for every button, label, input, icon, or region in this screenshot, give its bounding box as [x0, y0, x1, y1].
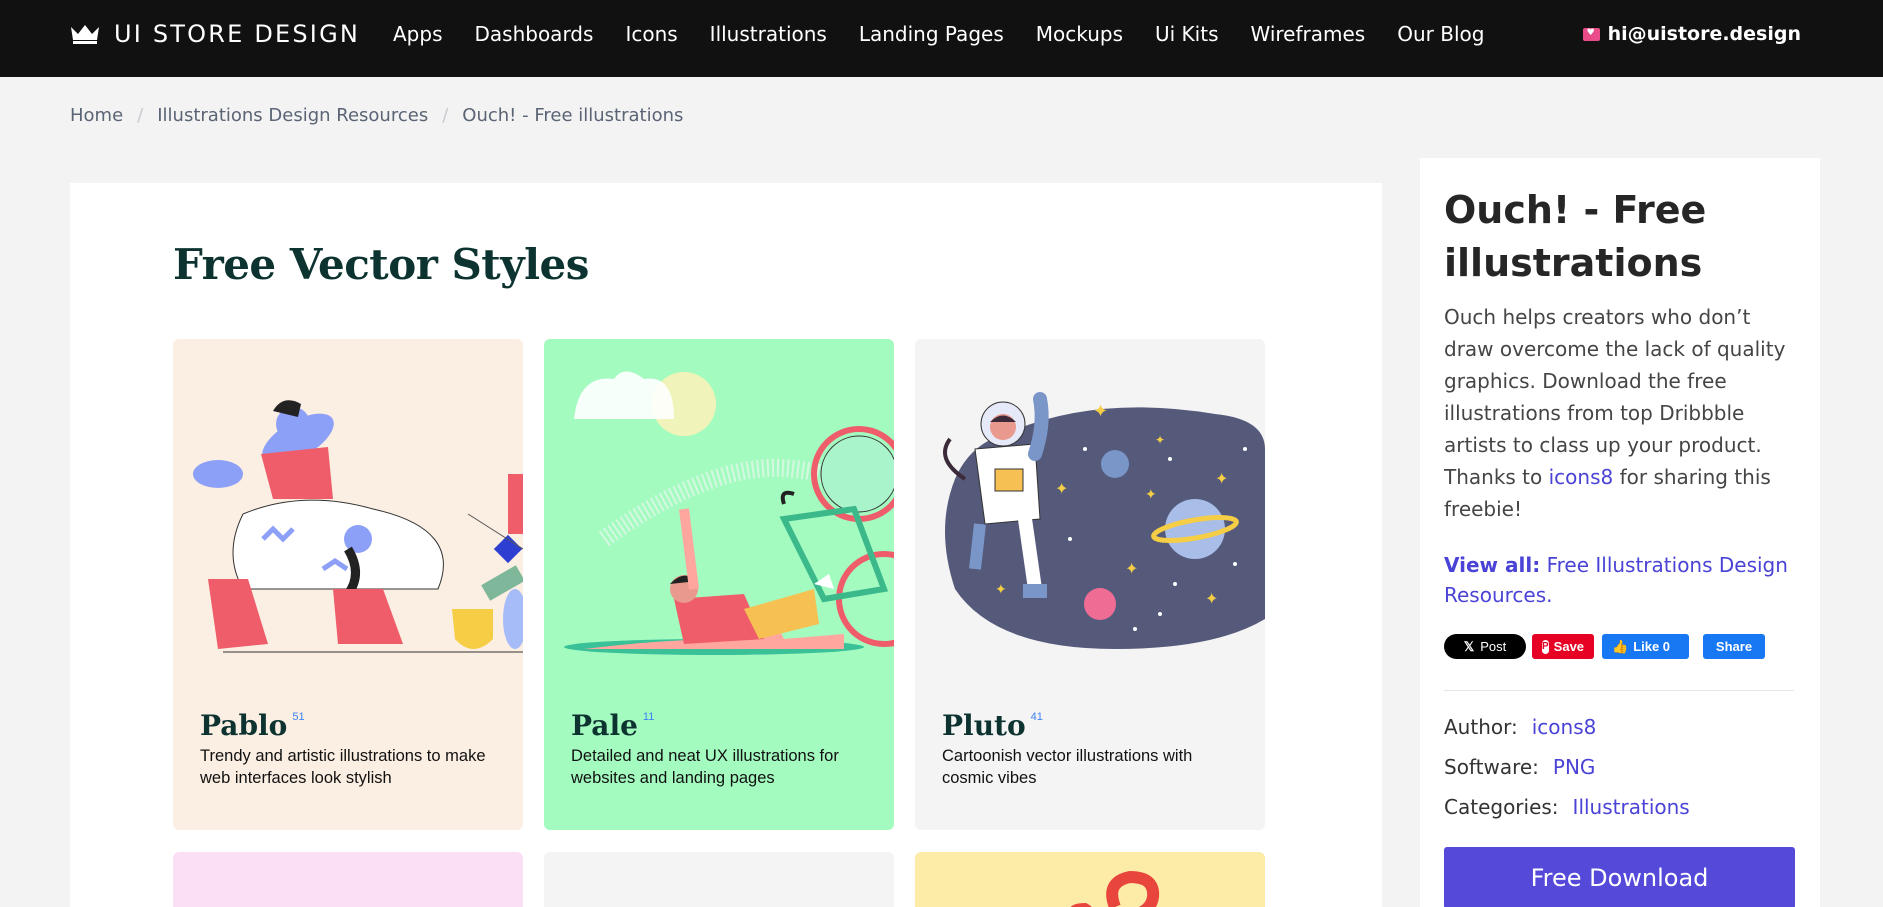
brand-logo[interactable]: UI STORE DESIGN — [70, 20, 360, 48]
svg-text:✦: ✦ — [1055, 481, 1068, 498]
pluto-illustration: ✦ ✦ ✦ ✦ ✦ ✦ ✦ ✦ — [943, 392, 1265, 649]
card-description: Trendy and artistic illustrations to mak… — [200, 747, 486, 787]
style-card-partial[interactable] — [544, 852, 894, 907]
resource-description: Ouch helps creators who don’t draw overc… — [1444, 305, 1786, 521]
main-content: Free Vector Styles Pablo 51 Trendy and ar… — [70, 183, 1382, 907]
facebook-share-button[interactable]: Share — [1703, 634, 1765, 659]
nav-illustrations[interactable]: Illustrations — [710, 22, 827, 46]
style-card-partial[interactable] — [173, 852, 523, 907]
view-all: View all: Free Illustrations Design Reso… — [1444, 550, 1800, 610]
brand-name: UI STORE DESIGN — [114, 20, 361, 48]
thumbs-up-icon: 👍 — [1612, 638, 1629, 654]
svg-text:✦: ✦ — [1125, 561, 1138, 578]
card-count: 51 — [292, 711, 305, 723]
main-nav: Apps Dashboards Icons Illustrations Land… — [393, 22, 1516, 46]
card-description: Detailed and neat UX illustrations for w… — [571, 747, 839, 787]
nav-dashboards[interactable]: Dashboards — [475, 22, 594, 46]
svg-text:✦: ✦ — [1093, 401, 1108, 421]
svg-text:✦: ✦ — [1205, 591, 1218, 608]
breadcrumb-home[interactable]: Home — [70, 105, 123, 126]
section-heading: Free Vector Styles — [173, 240, 589, 289]
card-title: Pablo 51 — [200, 709, 305, 742]
style-card-pluto[interactable]: ✦ ✦ ✦ ✦ ✦ ✦ ✦ ✦ Pluto 41 Cartoonish vecto… — [915, 339, 1265, 830]
top-navbar: UI STORE DESIGN Apps Dashboards Icons Il… — [0, 0, 1883, 77]
nav-landing-pages[interactable]: Landing Pages — [859, 22, 1004, 46]
author-row: Author: icons8 — [1444, 715, 1597, 739]
category-link[interactable]: Illustrations — [1573, 795, 1690, 819]
svg-text:✦: ✦ — [1155, 433, 1165, 447]
pinterest-save-button[interactable]: P Save — [1532, 634, 1594, 659]
breadcrumb: Home / Illustrations Design Resources / … — [70, 105, 683, 126]
x-icon: 𝕏 — [1463, 638, 1475, 654]
breadcrumb-separator: / — [442, 105, 449, 126]
breadcrumb-current: Ouch! - Free illustrations — [462, 105, 684, 126]
social-buttons: 𝕏 Post P Save 👍 Like 0 Share — [1444, 634, 1765, 659]
contact-email: hi@uistore.design — [1607, 23, 1801, 45]
resource-sidebar: Ouch! - Free illustrations Ouch helps cr… — [1420, 158, 1820, 907]
resource-title: Ouch! - Free illustrations — [1444, 188, 1707, 285]
breadcrumb-category[interactable]: Illustrations Design Resources — [157, 105, 428, 126]
card-description: Cartoonish vector illustrations with cos… — [942, 747, 1193, 787]
divider — [1444, 690, 1794, 691]
nav-apps[interactable]: Apps — [393, 22, 443, 46]
style-card-partial[interactable] — [915, 852, 1265, 907]
facebook-like-button[interactable]: 👍 Like 0 — [1602, 634, 1689, 659]
svg-text:✦: ✦ — [1145, 486, 1157, 502]
nav-wireframes[interactable]: Wireframes — [1251, 22, 1366, 46]
svg-text:✦: ✦ — [995, 581, 1007, 597]
software-row: Software: PNG — [1444, 755, 1596, 779]
author-link[interactable]: icons8 — [1532, 715, 1597, 739]
view-all-label: View all: — [1444, 553, 1541, 577]
card-count: 41 — [1030, 711, 1043, 723]
nav-our-blog[interactable]: Our Blog — [1397, 22, 1484, 46]
card-title: Pale 11 — [571, 709, 655, 742]
nav-ui-kits[interactable]: Ui Kits — [1155, 22, 1219, 46]
style-card-pale[interactable]: Pale 11 Detailed and neat UX illustration… — [544, 339, 894, 830]
heart-mail-icon — [1582, 27, 1600, 41]
x-post-button[interactable]: 𝕏 Post — [1444, 634, 1526, 659]
software-link[interactable]: PNG — [1553, 755, 1596, 779]
pablo-illustration — [193, 400, 523, 653]
categories-row: Categories: Illustrations — [1444, 795, 1690, 819]
contact-email-link[interactable]: hi@uistore.design — [1582, 23, 1801, 45]
svg-text:✦: ✦ — [1215, 471, 1228, 488]
card-count: 11 — [642, 711, 655, 723]
nav-icons[interactable]: Icons — [625, 22, 677, 46]
pinterest-icon: P — [1542, 639, 1549, 654]
breadcrumb-separator: / — [137, 105, 144, 126]
card-title: Pluto 41 — [942, 709, 1043, 742]
pale-illustration — [564, 371, 894, 655]
author-inline-link[interactable]: icons8 — [1549, 465, 1614, 489]
style-card-pablo[interactable]: Pablo 51 Trendy and artistic illustration… — [173, 339, 523, 830]
free-download-button[interactable]: Free Download — [1444, 847, 1795, 907]
crown-icon — [71, 25, 99, 44]
nav-mockups[interactable]: Mockups — [1036, 22, 1123, 46]
partial-illustration — [1070, 870, 1160, 907]
